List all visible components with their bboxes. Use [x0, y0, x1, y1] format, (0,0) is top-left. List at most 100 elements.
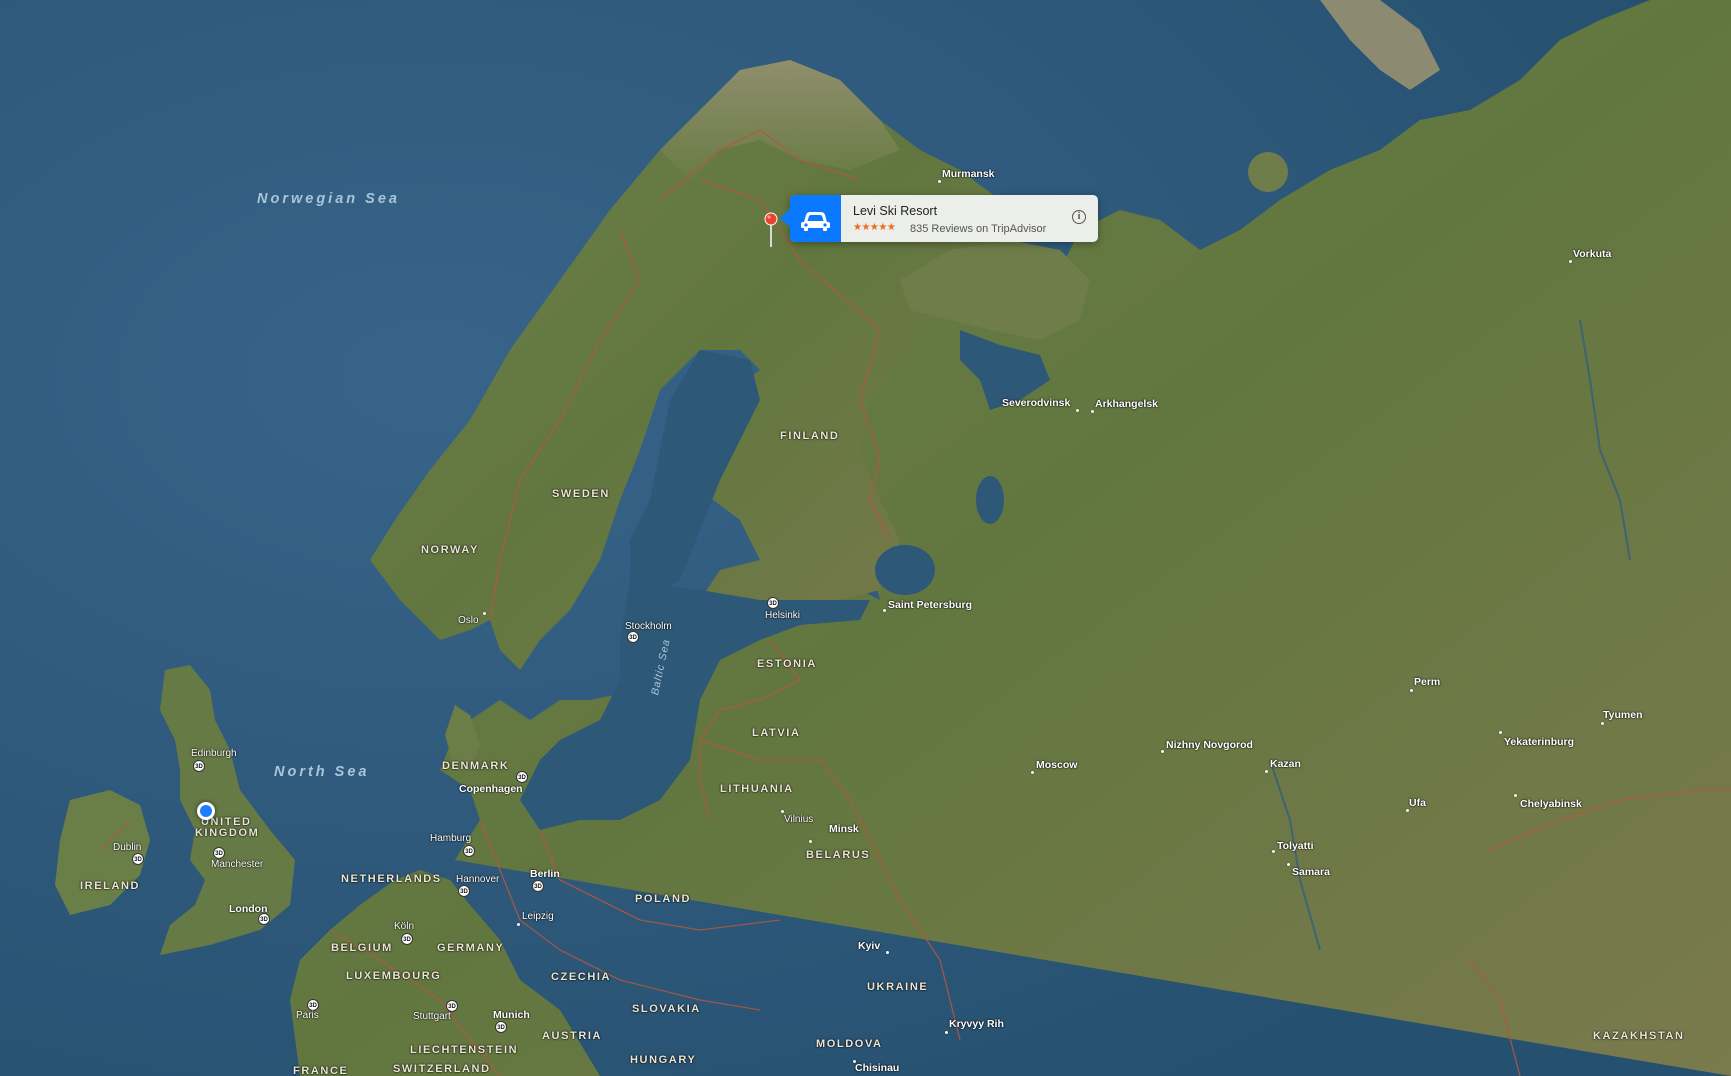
city-label-kazan[interactable]: Kazan	[1270, 759, 1301, 770]
flyover-3d-badge-edinburgh[interactable]: 3D	[193, 760, 205, 772]
city-label-hamburg[interactable]: Hamburg	[430, 834, 471, 844]
country-label-germany: GERMANY	[437, 942, 505, 954]
city-dot-leipzig	[517, 923, 520, 926]
city-label-kyiv[interactable]: Kyiv	[858, 941, 880, 952]
city-dot-kyiv	[886, 951, 889, 954]
country-label-ireland: IRELAND	[80, 880, 141, 892]
country-label-norway: NORWAY	[421, 544, 479, 556]
flyover-3d-badge-stockholm[interactable]: 3D	[627, 631, 639, 643]
city-label-moscow[interactable]: Moscow	[1036, 760, 1077, 771]
country-label-estonia: ESTONIA	[757, 658, 817, 670]
city-label-kryvyy-rih[interactable]: Kryvyy Rih	[949, 1019, 1004, 1030]
city-label-yekaterinburg[interactable]: Yekaterinburg	[1504, 737, 1574, 748]
city-label-perm[interactable]: Perm	[1414, 677, 1440, 688]
city-label-minsk[interactable]: Minsk	[829, 824, 859, 835]
place-callout[interactable]: Levi Ski Resort ★★★★★ 835 Reviews on Tri…	[780, 195, 1098, 242]
review-count: 835 Reviews on TripAdvisor	[910, 223, 1047, 235]
city-label-tyumen[interactable]: Tyumen	[1603, 710, 1642, 721]
city-dot-kazan	[1265, 770, 1268, 773]
country-label-czechia: CZECHIA	[551, 971, 612, 983]
city-label-dublin[interactable]: Dublin	[113, 843, 141, 853]
city-label-paris[interactable]: Paris	[296, 1011, 319, 1021]
callout-title: Levi Ski Resort	[853, 204, 938, 218]
country-label-finland: FINLAND	[780, 430, 840, 442]
city-label-hannover[interactable]: Hannover	[456, 875, 499, 885]
city-dot-perm	[1410, 689, 1413, 692]
city-label-oslo[interactable]: Oslo	[458, 616, 479, 626]
city-dot-tolyatti	[1272, 850, 1275, 853]
country-label-austria: AUSTRIA	[542, 1030, 603, 1042]
sea-label-north-sea: North Sea	[274, 764, 370, 780]
city-label-stuttgart[interactable]: Stuttgart	[413, 1012, 451, 1022]
lake-onega	[976, 476, 1004, 524]
country-label-poland: POLAND	[635, 893, 692, 905]
flyover-3d-badge-dublin[interactable]: 3D	[132, 853, 144, 865]
country-label-ukraine: UKRAINE	[867, 981, 929, 993]
city-label-saint-petersburg[interactable]: Saint Petersburg	[888, 600, 972, 611]
city-label-murmansk[interactable]: Murmansk	[942, 169, 995, 180]
city-label-tolyatti[interactable]: Tolyatti	[1277, 841, 1314, 852]
country-label-kazakhstan: KAZAKHSTAN	[1593, 1030, 1685, 1042]
car-icon	[801, 212, 830, 231]
city-dot-chelyabinsk	[1514, 794, 1517, 797]
city-dot-minsk	[809, 840, 812, 843]
city-label-severodvinsk[interactable]: Severodvinsk	[1002, 398, 1070, 409]
city-dot-severodvinsk	[1076, 409, 1079, 412]
user-location-dot[interactable]	[197, 802, 215, 820]
city-dot-moscow	[1031, 771, 1034, 774]
flyover-3d-badge-copenhagen[interactable]: 3D	[516, 771, 528, 783]
flyover-3d-badge-koln[interactable]: 3D	[401, 933, 413, 945]
country-label-kingdom: KINGDOM	[195, 827, 260, 839]
city-label-london[interactable]: London	[229, 904, 267, 915]
callout-category-badge	[790, 195, 841, 242]
flyover-3d-badge-manchester[interactable]: 3D	[213, 847, 225, 859]
city-label-munich[interactable]: Munich	[493, 1010, 530, 1021]
city-label-helsinki[interactable]: Helsinki	[765, 611, 800, 621]
flyover-3d-badge-berlin[interactable]: 3D	[532, 880, 544, 892]
city-dot-saint-petersburg	[883, 609, 886, 612]
city-label-chisinau[interactable]: Chisinau	[855, 1063, 899, 1074]
city-label-nizhny-novgorod[interactable]: Nizhny Novgorod	[1166, 740, 1253, 751]
city-dot-tyumen	[1601, 722, 1604, 725]
city-label-stockholm[interactable]: Stockholm	[625, 622, 672, 632]
city-dot-vilnius	[781, 810, 784, 813]
country-label-liechtenstein: LIECHTENSTEIN	[410, 1044, 519, 1056]
city-label-arkhangelsk[interactable]: Arkhangelsk	[1095, 399, 1158, 410]
country-label-switzerland: SWITZERLAND	[393, 1063, 491, 1075]
city-dot-kryvyy-rih	[945, 1031, 948, 1034]
city-label-leipzig[interactable]: Leipzig	[522, 912, 554, 922]
map-pin-icon[interactable]	[764, 212, 778, 248]
country-label-hungary: HUNGARY	[630, 1054, 697, 1066]
city-dot-nizhny-novgorod	[1161, 750, 1164, 753]
city-label-copenhagen[interactable]: Copenhagen	[459, 784, 523, 795]
flyover-3d-badge-helsinki[interactable]: 3D	[767, 597, 779, 609]
country-label-netherlands: NETHERLANDS	[341, 873, 442, 885]
flyover-3d-badge-hamburg[interactable]: 3D	[463, 845, 475, 857]
city-dot-vorkuta	[1569, 260, 1572, 263]
country-label-slovakia: SLOVAKIA	[632, 1003, 701, 1015]
country-label-lithuania: LITHUANIA	[720, 783, 794, 795]
city-label-vilnius[interactable]: Vilnius	[784, 815, 813, 825]
rating-stars: ★★★★★	[853, 222, 896, 233]
country-label-luxembourg: LUXEMBOURG	[346, 970, 442, 982]
city-label-berlin[interactable]: Berlin	[530, 869, 560, 880]
lake-ladoga	[875, 545, 935, 595]
city-dot-ufa	[1406, 809, 1409, 812]
city-label-samara[interactable]: Samara	[1292, 867, 1330, 878]
city-label-chelyabinsk[interactable]: Chelyabinsk	[1520, 799, 1582, 810]
city-label-koln[interactable]: Köln	[394, 922, 414, 932]
landmass-kolguyev	[1248, 152, 1288, 192]
map-view[interactable]: Norwegian Sea North Sea Baltic Sea NORWA…	[0, 0, 1731, 1076]
city-label-manchester[interactable]: Manchester	[211, 860, 263, 870]
flyover-3d-badge-hannover[interactable]: 3D	[458, 885, 470, 897]
info-icon[interactable]: i	[1072, 210, 1086, 224]
country-label-moldova: MOLDOVA	[816, 1038, 883, 1050]
country-label-sweden: SWEDEN	[552, 488, 610, 500]
city-label-vorkuta[interactable]: Vorkuta	[1573, 249, 1611, 260]
flyover-3d-badge-munich[interactable]: 3D	[495, 1021, 507, 1033]
country-label-denmark: DENMARK	[442, 760, 510, 772]
country-label-belgium: BELGIUM	[331, 942, 393, 954]
city-label-ufa[interactable]: Ufa	[1409, 798, 1426, 809]
country-label-belarus: BELARUS	[806, 849, 871, 861]
city-label-edinburgh[interactable]: Edinburgh	[191, 749, 237, 759]
